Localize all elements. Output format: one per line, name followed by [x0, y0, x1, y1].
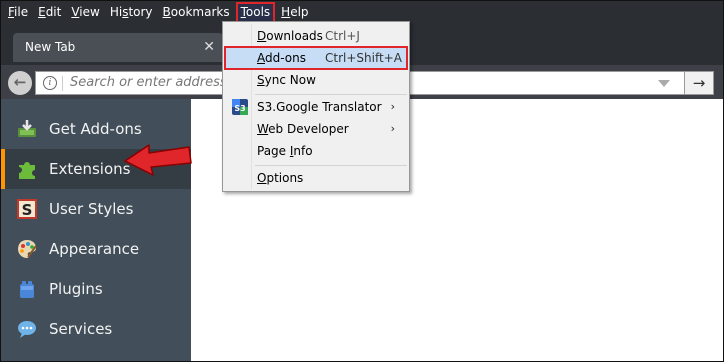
category-label: Services: [49, 320, 113, 338]
menu-item-page-info[interactable]: Page Info: [225, 140, 407, 162]
menu-item-downloads[interactable]: Downloads Ctrl+J: [225, 25, 407, 47]
menu-view[interactable]: View: [68, 3, 102, 22]
submenu-arrow-icon: ›: [390, 122, 395, 135]
tools-menu-popup: Downloads Ctrl+J Add-ons Ctrl+Shift+A Sy…: [222, 21, 410, 192]
menu-file[interactable]: File: [5, 3, 31, 22]
menu-item-options[interactable]: Options: [225, 167, 407, 189]
menu-item-sync-now[interactable]: Sync Now: [225, 69, 407, 91]
menu-tools[interactable]: Tools: [235, 1, 276, 23]
s3-translator-icon: S3: [232, 99, 248, 115]
svg-text:S: S: [22, 201, 33, 219]
menu-item-google-translator[interactable]: S3 S3.Google Translator ›: [225, 96, 407, 118]
tab-new-tab[interactable]: New Tab ✕: [13, 33, 223, 62]
info-icon[interactable]: i: [43, 76, 57, 90]
svg-text:S3: S3: [234, 104, 245, 113]
palette-icon: [18, 240, 37, 258]
category-user-styles[interactable]: S User Styles: [1, 189, 191, 229]
menu-item-addons[interactable]: Add-ons Ctrl+Shift+A: [224, 46, 408, 70]
menu-separator: [255, 165, 407, 166]
shortcut-label: Ctrl+Shift+A: [325, 51, 402, 65]
plugin-brick-icon: [20, 281, 34, 298]
get-addons-icon: [18, 120, 36, 137]
speech-bubble-icon: [18, 321, 36, 338]
tab-title: New Tab: [25, 40, 76, 54]
submenu-arrow-icon: ›: [390, 100, 395, 113]
menu-help[interactable]: Help: [278, 3, 311, 22]
close-tab-icon[interactable]: ✕: [203, 33, 215, 62]
annotation-arrow-icon: [124, 144, 192, 176]
menu-edit[interactable]: Edit: [35, 3, 64, 22]
menu-history[interactable]: History: [107, 3, 156, 22]
category-label: Appearance: [49, 240, 140, 258]
shortcut-label: Ctrl+J: [325, 29, 360, 43]
menu-item-web-developer[interactable]: Web Developer ›: [225, 118, 407, 140]
go-button[interactable]: →: [685, 71, 714, 95]
menu-bar: File Edit View History Bookmarks Tools H…: [1, 1, 723, 23]
stylish-icon: S: [17, 199, 37, 219]
category-appearance[interactable]: Appearance: [1, 229, 191, 269]
category-label: Get Add-ons: [49, 120, 142, 138]
url-separator: [62, 76, 63, 91]
category-label: User Styles: [49, 200, 134, 218]
puzzle-piece-icon: [19, 162, 35, 179]
menu-separator: [255, 94, 407, 95]
menu-bookmarks[interactable]: Bookmarks: [160, 3, 233, 22]
history-dropdown-icon[interactable]: [658, 80, 670, 87]
browser-window: File Edit View History Bookmarks Tools H…: [0, 0, 724, 362]
url-input[interactable]: Search or enter address: [70, 72, 227, 94]
category-plugins[interactable]: Plugins: [1, 269, 191, 309]
back-button[interactable]: ←: [8, 71, 32, 95]
category-services[interactable]: Services: [1, 309, 191, 349]
category-label: Plugins: [49, 280, 103, 298]
